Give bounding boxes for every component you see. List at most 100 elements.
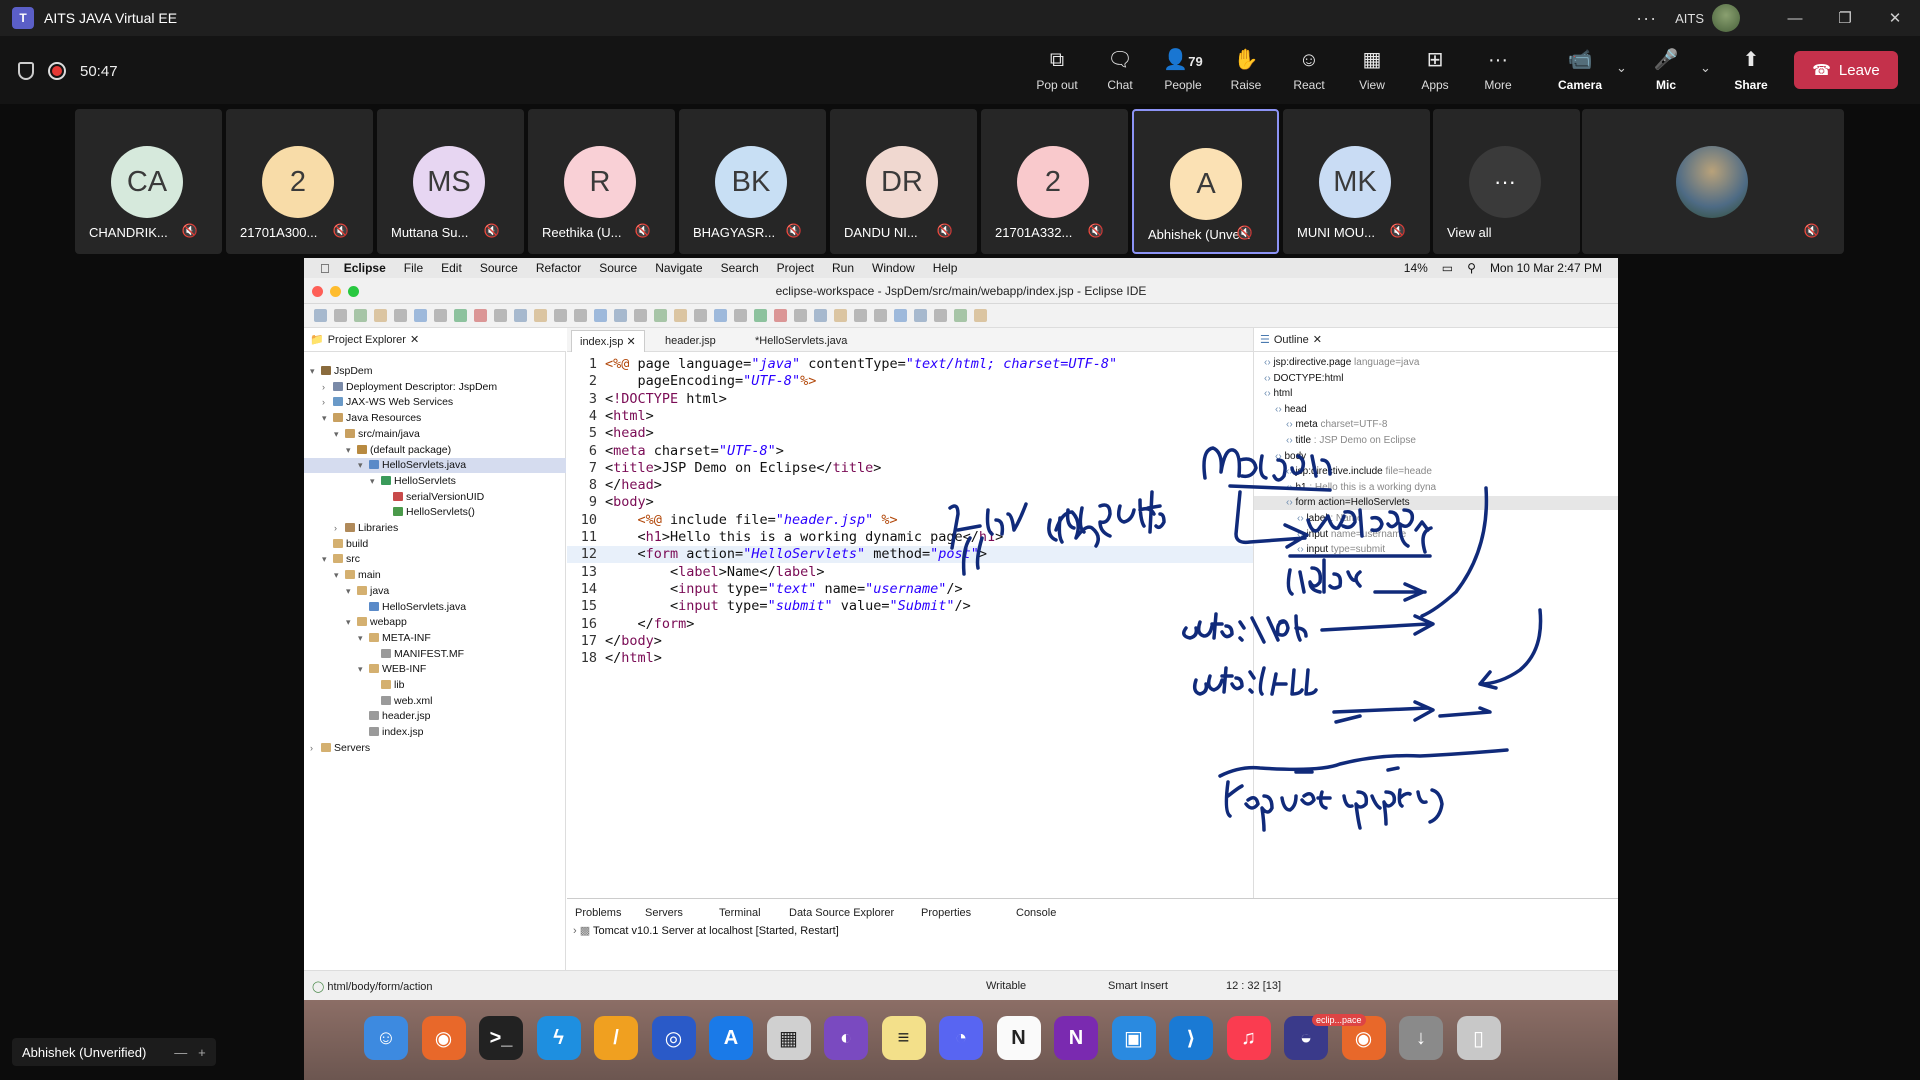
tree-item[interactable]: ▾ META-INF: [304, 631, 566, 646]
code-line[interactable]: 14 <input type="text" name="username"/>: [567, 581, 1253, 598]
tree-item[interactable]: ▾ webapp: [304, 615, 566, 630]
code-line[interactable]: 3 <!DOCTYPE html>: [567, 391, 1253, 408]
outline-item[interactable]: ‹› title : JSP Demo on Eclipse: [1254, 434, 1618, 448]
tree-item[interactable]: MANIFEST.MF: [304, 647, 566, 662]
code-line[interactable]: 1 <%@ page language="java" contentType="t…: [567, 356, 1253, 373]
tree-toggle-icon[interactable]: ▾: [322, 411, 333, 426]
close-tab-icon[interactable]: ✕: [1313, 333, 1322, 346]
toolbar-icon[interactable]: [654, 309, 667, 322]
camera-button[interactable]: 📹 Camera: [1548, 48, 1612, 92]
toolbar-icon[interactable]: [614, 309, 627, 322]
tree-toggle-icon[interactable]: ›: [310, 741, 321, 756]
tree-toggle-icon[interactable]: ▾: [322, 552, 333, 567]
outline-item[interactable]: ‹› head: [1254, 403, 1618, 417]
tree-item[interactable]: ▾ main: [304, 568, 566, 583]
tree-toggle-icon[interactable]: ▾: [346, 584, 357, 599]
code-line[interactable]: 13 <label>Name</label>: [567, 564, 1253, 581]
toolbar-icon[interactable]: [954, 309, 967, 322]
toolbar-icon[interactable]: [914, 309, 927, 322]
menu-item-eclipse[interactable]: Eclipse: [344, 261, 386, 275]
tree-item[interactable]: › JAX-WS Web Services: [304, 395, 566, 410]
menu-item-source[interactable]: Source: [480, 261, 518, 275]
code-line[interactable]: 9 <body>: [567, 494, 1253, 511]
tree-item[interactable]: ▾ src/main/java: [304, 427, 566, 442]
outline-item[interactable]: ‹› DOCTYPE:html: [1254, 372, 1618, 386]
outline-item[interactable]: ‹› form action=HelloServlets: [1254, 496, 1618, 511]
tab-console[interactable]: Console: [1016, 907, 1056, 919]
chat-button[interactable]: 🗨 Chat: [1088, 48, 1152, 92]
toolbar-icon[interactable]: [574, 309, 587, 322]
toolbar-icon[interactable]: [754, 309, 767, 322]
close-button[interactable]: ✕: [1870, 0, 1920, 36]
participant-tile[interactable]: R Reethika (U... 🔇: [528, 109, 675, 254]
toolbar-icon[interactable]: [334, 309, 347, 322]
tree-toggle-icon[interactable]: ›: [334, 521, 345, 536]
tree-item[interactable]: header.jsp: [304, 709, 566, 724]
code-line[interactable]: 6 <meta charset="UTF-8">: [567, 443, 1253, 460]
dock-icon-finder[interactable]: ☺: [364, 1016, 408, 1060]
toolbar-icon[interactable]: [594, 309, 607, 322]
toolbar-icon[interactable]: [714, 309, 727, 322]
window-close-button[interactable]: [312, 286, 323, 297]
participant-tile[interactable]: CA CHANDRIK... 🔇: [75, 109, 222, 254]
apple-icon[interactable]: : [320, 261, 330, 276]
code-line[interactable]: 7 <title>JSP Demo on Eclipse</title>: [567, 460, 1253, 477]
code-line[interactable]: 15 <input type="submit" value="Submit"/>: [567, 598, 1253, 615]
tab-servers[interactable]: Servers: [645, 907, 683, 919]
tree-toggle-icon[interactable]: ▾: [346, 443, 357, 458]
code-line[interactable]: 4 <html>: [567, 408, 1253, 425]
dock-icon-flash[interactable]: ϟ: [536, 1016, 581, 1060]
toolbar-icon[interactable]: [534, 309, 547, 322]
toolbar-icon[interactable]: [674, 309, 687, 322]
tree-toggle-icon[interactable]: ›: [322, 395, 333, 410]
menu-item-help[interactable]: Help: [933, 261, 958, 275]
outline-item[interactable]: ‹› h1 : Hello this is a working dyna: [1254, 481, 1618, 495]
close-tab-icon[interactable]: ✕: [410, 333, 419, 346]
toolbar-icon[interactable]: [894, 309, 907, 322]
toolbar-icon[interactable]: [974, 309, 987, 322]
user-avatar[interactable]: [1712, 4, 1740, 32]
camera-options-chevron-icon[interactable]: ⌄: [1616, 60, 1627, 76]
menu-item-navigate[interactable]: Navigate: [655, 261, 702, 275]
people-button[interactable]: 👤79 People: [1151, 48, 1215, 92]
toolbar-icon[interactable]: [874, 309, 887, 322]
minimize-button[interactable]: —: [1770, 0, 1820, 36]
tree-toggle-icon[interactable]: ▾: [358, 458, 369, 473]
dock-icon-keynote[interactable]: ▣: [1111, 1016, 1156, 1060]
tree-item[interactable]: ▾ Java Resources: [304, 411, 566, 426]
toolbar-icon[interactable]: [694, 309, 707, 322]
window-zoom-button[interactable]: [348, 286, 359, 297]
outline-item[interactable]: ‹› label : Name: [1254, 512, 1618, 526]
tree-item[interactable]: ▾ HelloServlets: [304, 474, 566, 489]
participant-tile[interactable]: MK MUNI MOU... 🔇: [1283, 109, 1430, 254]
tree-item[interactable]: HelloServlets(): [304, 505, 566, 520]
dock-icon-pages[interactable]: /: [594, 1016, 638, 1060]
tree-item[interactable]: › Deployment Descriptor: JspDem: [304, 380, 566, 395]
toolbar-icon[interactable]: [834, 309, 847, 322]
tree-toggle-icon[interactable]: ›: [322, 380, 333, 395]
search-icon[interactable]: ⚲: [1467, 261, 1476, 275]
toolbar-icon[interactable]: [354, 309, 367, 322]
tab-header-jsp[interactable]: header.jsp: [657, 330, 724, 352]
tree-item[interactable]: ▾ WEB-INF: [304, 662, 566, 677]
dock-icon-terminal[interactable]: >_: [479, 1016, 523, 1060]
view-all-tile[interactable]: ··· View all: [1433, 109, 1580, 254]
dock-icon-vs-code[interactable]: ⟩: [1169, 1016, 1213, 1060]
dock-icon-onenote[interactable]: N: [1054, 1016, 1098, 1060]
dock-icon-downloads[interactable]: ↓: [1399, 1016, 1443, 1060]
outline-item[interactable]: ‹› jsp:directive.include file=heade: [1254, 465, 1618, 479]
menu-item-edit[interactable]: Edit: [441, 261, 462, 275]
participant-tile[interactable]: DR DANDU NI... 🔇: [830, 109, 977, 254]
code-line[interactable]: 18 </html>: [567, 650, 1253, 667]
dock-icon-app-store[interactable]: A: [709, 1016, 753, 1060]
tree-item[interactable]: › Libraries: [304, 521, 566, 536]
code-line[interactable]: 5 <head>: [567, 425, 1253, 442]
code-line[interactable]: 12 <form action="HelloServlets" method="…: [567, 546, 1253, 564]
tree-item[interactable]: ▾ src: [304, 552, 566, 567]
outline-item[interactable]: ‹› body: [1254, 450, 1618, 464]
tree-toggle-icon[interactable]: ▾: [334, 427, 345, 442]
menu-item-run[interactable]: Run: [832, 261, 854, 275]
tab-terminal[interactable]: Terminal: [719, 907, 761, 919]
menu-item-source[interactable]: Source: [599, 261, 637, 275]
toolbar-icon[interactable]: [814, 309, 827, 322]
